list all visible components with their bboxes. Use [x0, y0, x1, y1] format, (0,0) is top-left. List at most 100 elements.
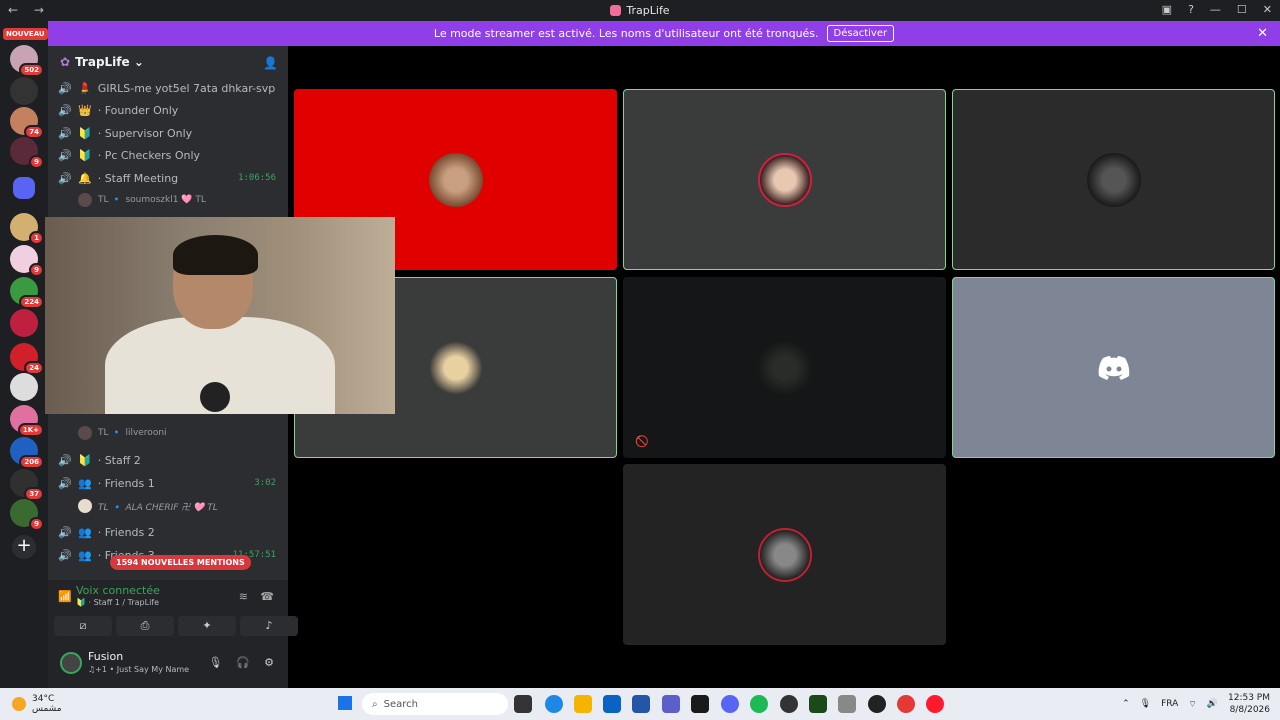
maximize-button[interactable]: ☐	[1237, 3, 1247, 16]
edge-icon[interactable]	[545, 695, 563, 713]
camera-off-button[interactable]: ⧄	[54, 616, 112, 636]
weather-widget[interactable]: 34°C مشمس	[12, 694, 62, 714]
server-icon[interactable]: 37	[10, 469, 44, 501]
server-icon[interactable]	[10, 77, 38, 105]
server-icon[interactable]: 224	[10, 277, 44, 309]
voice-member[interactable]: TL 🔹 soumoszkl1 🩷 TL	[78, 191, 206, 209]
teams-icon[interactable]	[662, 695, 680, 713]
voice-channel[interactable]: 🔰 · Staff 1 / TrapLife	[76, 598, 159, 607]
avatar[interactable]	[60, 652, 82, 674]
windows-start-icon[interactable]	[338, 696, 352, 710]
taskbar-search[interactable]: ⌕ Search	[362, 693, 508, 715]
file-explorer-icon[interactable]	[574, 695, 592, 713]
clock[interactable]: 12:53 PM 8/8/2026	[1228, 692, 1270, 716]
channel-name: GIRLS-me yot5el 7ata dhkar-svp	[97, 81, 276, 95]
add-server-icon[interactable]: +	[12, 535, 36, 559]
channel-emoji: 👥	[78, 548, 92, 562]
disconnect-icon[interactable]: ☎	[260, 590, 274, 603]
mic-tray-icon[interactable]: 🎙	[1140, 699, 1151, 709]
speaker-icon: 🔊	[58, 548, 72, 562]
soundboard-button[interactable]: ♪	[240, 616, 298, 636]
video-tile[interactable]: 🚫	[623, 277, 946, 458]
nav-arrows[interactable]: ← →	[8, 3, 50, 17]
channel-emoji: 👥	[78, 476, 92, 490]
inbox-icon[interactable]: ▣	[1162, 3, 1172, 16]
outlook-icon[interactable]	[603, 695, 621, 713]
user-panel: Fusion ♫+1 • Just Say My Name 🎙 🎧 ⚙	[48, 640, 288, 688]
wifi-icon[interactable]: ⌔	[1188, 699, 1196, 710]
member-name: TL 🔹 lilverooni	[98, 428, 167, 438]
avatar	[78, 426, 92, 440]
video-tile[interactable]	[952, 89, 1275, 270]
channel-item[interactable]: 🔊 🔰 · Supervisor Only	[58, 123, 280, 143]
new-mentions-badge[interactable]: 1594 NOUVELLES MENTIONS	[110, 555, 251, 570]
app-icon[interactable]	[780, 695, 798, 713]
member-name: TL 🔹 soumoszkl1 🩷 TL	[98, 195, 206, 205]
channel-item[interactable]: 🔊 👥 · Friends 2	[58, 522, 280, 542]
app-icon[interactable]	[809, 695, 827, 713]
server-list: NOUVEAU 502 74 9 1 9 224 24 1K+ 206 37 9…	[0, 21, 48, 688]
screen-share-button[interactable]: ⎙	[116, 616, 174, 636]
server-icon[interactable]: 206	[10, 437, 44, 469]
help-icon[interactable]: ?	[1188, 3, 1194, 16]
server-icon[interactable]: 24	[10, 343, 44, 375]
opera-icon[interactable]	[926, 695, 944, 713]
app-icon[interactable]	[868, 695, 886, 713]
mic-icon[interactable]: 🎙	[208, 656, 222, 669]
server-icon[interactable]: 74	[10, 107, 44, 139]
channel-item[interactable]: 🔊 🔔 · Staff Meeting 1:06:56	[58, 168, 280, 188]
app-icon	[610, 5, 622, 16]
activities-button[interactable]: ✦	[178, 616, 236, 636]
server-icon[interactable]: 1K+	[10, 405, 44, 437]
settings-icon[interactable]: ⚙	[264, 656, 274, 669]
channel-emoji: 🔰	[78, 148, 92, 162]
channel-item[interactable]: 🔊 🔰 · Pc Checkers Only	[58, 145, 280, 165]
close-icon[interactable]: ✕	[1257, 26, 1268, 41]
avatar	[1086, 152, 1141, 207]
channel-item[interactable]: 🔊 🔰 · Staff 2	[58, 450, 280, 470]
chevron-up-icon[interactable]: ⌃	[1122, 699, 1130, 709]
server-icon[interactable]: 9	[10, 137, 44, 169]
minimize-button[interactable]: —	[1210, 3, 1221, 16]
server-icon[interactable]: 9	[10, 499, 44, 531]
badge: 502	[19, 63, 44, 77]
store-icon[interactable]	[632, 695, 650, 713]
server-icon[interactable]	[10, 373, 38, 401]
discord-icon[interactable]	[721, 695, 739, 713]
folder-icon[interactable]	[13, 177, 35, 199]
signal-icon[interactable]: 📶	[58, 590, 72, 603]
guild-icon: ✿	[60, 55, 71, 69]
task-view-icon[interactable]	[514, 695, 532, 713]
close-button[interactable]: ✕	[1263, 3, 1272, 16]
server-icon[interactable]: 9	[10, 245, 44, 277]
badge: 224	[19, 295, 44, 309]
server-icon[interactable]: 1	[10, 213, 44, 245]
disable-button[interactable]: Désactiver	[826, 25, 895, 42]
video-tile[interactable]	[623, 464, 946, 645]
language-indicator[interactable]: FRA	[1161, 699, 1178, 709]
spotify-icon[interactable]	[750, 695, 768, 713]
sun-icon	[12, 697, 26, 711]
voice-member[interactable]: TL 🔹 ALA CHERIF 卍 🩷 TL	[78, 497, 218, 515]
volume-icon[interactable]: 🔊	[1207, 699, 1218, 709]
video-tile[interactable]	[623, 89, 946, 270]
voice-member[interactable]: TL 🔹 lilverooni	[78, 424, 167, 442]
guild-header[interactable]: ✿ TrapLife ⌄ 👤	[48, 46, 288, 78]
app-icon[interactable]	[691, 695, 709, 713]
server-icon[interactable]: 502	[10, 45, 44, 77]
headphones-icon[interactable]: 🎧	[236, 656, 250, 669]
chrome-icon[interactable]	[897, 695, 915, 713]
channel-item[interactable]: 🔊 👥 · Friends 1 3:02	[58, 473, 280, 493]
calculator-icon[interactable]	[838, 695, 856, 713]
video-tile[interactable]	[952, 277, 1275, 458]
channel-item[interactable]: 🔊 👑 · Founder Only	[58, 100, 280, 120]
noise-suppression-icon[interactable]: ≋	[239, 590, 248, 603]
channel-name: · Friends 2	[97, 525, 155, 539]
channel-item[interactable]: 🔊 💄 GIRLS-me yot5el 7ata dhkar-svp	[58, 78, 280, 98]
server-icon[interactable]	[10, 309, 38, 337]
username[interactable]: Fusion	[88, 650, 123, 663]
voice-status[interactable]: Voix connectée	[76, 584, 160, 597]
webcam-hair	[173, 235, 258, 275]
banner-text: Le mode streamer est activé. Les noms d'…	[433, 27, 819, 40]
add-member-icon[interactable]: 👤	[263, 56, 278, 70]
